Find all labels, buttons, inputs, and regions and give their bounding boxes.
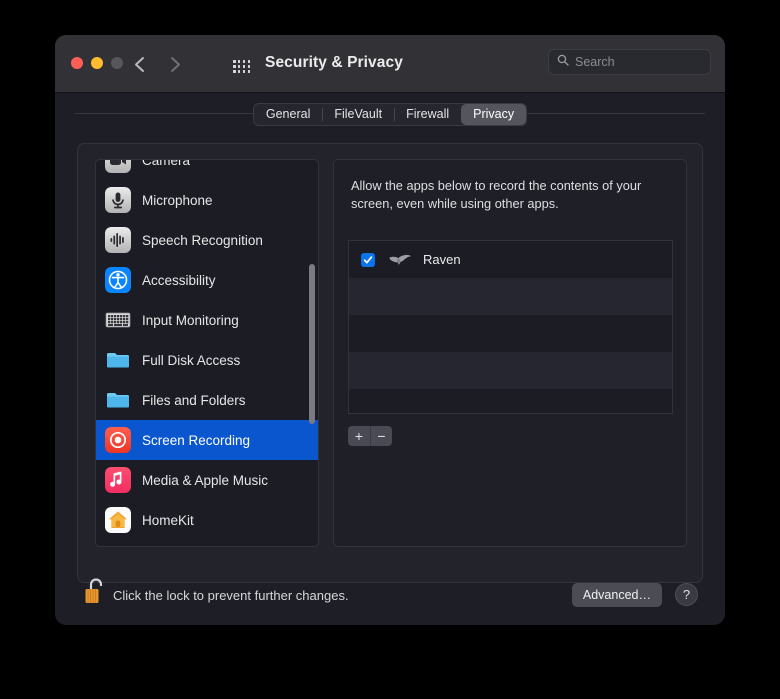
- remove-app-button[interactable]: −: [370, 426, 392, 446]
- sidebar-item-homekit[interactable]: HomeKit: [96, 500, 318, 540]
- sidebar-item-camera[interactable]: Camera: [96, 160, 318, 180]
- keyboard-icon: [105, 307, 131, 333]
- zoom-button[interactable]: [111, 57, 123, 69]
- table-row-empty: [349, 315, 672, 352]
- sidebar-item-label: Speech Recognition: [142, 232, 263, 248]
- sidebar-scroll-area: Camera Microphone Speech Recognition Acc…: [96, 160, 318, 546]
- tab-group: General FileVault Firewall Privacy: [252, 102, 528, 126]
- sidebar-item-speech-recognition[interactable]: Speech Recognition: [96, 220, 318, 260]
- privacy-category-sidebar: Camera Microphone Speech Recognition Acc…: [95, 159, 319, 547]
- sidebar-item-label: Screen Recording: [142, 432, 251, 448]
- unlocked-padlock-icon[interactable]: [83, 575, 109, 607]
- add-app-button[interactable]: +: [348, 426, 370, 446]
- app-name: Raven: [423, 252, 461, 267]
- table-row-empty: [349, 278, 672, 315]
- navigation-buttons: [128, 51, 186, 77]
- music-note-icon: [105, 467, 131, 493]
- sidebar-item-label: Media & Apple Music: [142, 472, 269, 488]
- help-button[interactable]: ?: [675, 583, 698, 606]
- window-bottom-bar: Click the lock to prevent further change…: [55, 578, 725, 625]
- sidebar-item-files-and-folders[interactable]: Files and Folders: [96, 380, 318, 420]
- sidebar-item-label: Files and Folders: [142, 392, 246, 408]
- sidebar-item-accessibility[interactable]: Accessibility: [96, 260, 318, 300]
- lock-status-text: Click the lock to prevent further change…: [113, 588, 349, 603]
- table-row[interactable]: Raven: [349, 241, 672, 278]
- settings-window: Security & Privacy General FileVault Fir…: [55, 35, 725, 625]
- page-title: Security & Privacy: [265, 54, 403, 71]
- table-row-empty: [349, 352, 672, 389]
- sidebar-scrollbar-thumb[interactable]: [308, 264, 315, 424]
- folder-icon: [105, 387, 131, 413]
- screen-recording-icon: [105, 427, 131, 453]
- search-icon: [557, 53, 569, 71]
- sidebar-item-label: Full Disk Access: [142, 352, 241, 368]
- tab-bar: General FileVault Firewall Privacy: [55, 93, 725, 135]
- sidebar-item-label: Camera: [142, 160, 191, 168]
- microphone-icon: [105, 187, 131, 213]
- raven-bird-icon: [387, 250, 413, 270]
- sidebar-list: Camera Microphone Speech Recognition Acc…: [96, 160, 318, 540]
- forward-chevron-icon[interactable]: [164, 51, 186, 77]
- search-field[interactable]: [548, 49, 711, 75]
- back-chevron-icon[interactable]: [128, 51, 150, 77]
- sidebar-item-screen-recording[interactable]: Screen Recording: [96, 420, 318, 460]
- search-input[interactable]: [575, 55, 702, 69]
- sidebar-item-full-disk-access[interactable]: Full Disk Access: [96, 340, 318, 380]
- sidebar-scrollbar[interactable]: [307, 162, 316, 544]
- camera-icon: [105, 160, 131, 173]
- app-checkbox[interactable]: [361, 252, 375, 267]
- sidebar-item-label: HomeKit: [142, 512, 194, 528]
- tab-general[interactable]: General: [254, 104, 322, 125]
- sidebar-item-media-apple-music[interactable]: Media & Apple Music: [96, 460, 318, 500]
- allowed-apps-list: Raven: [348, 240, 673, 414]
- privacy-panel: Camera Microphone Speech Recognition Acc…: [77, 143, 703, 583]
- sidebar-item-label: Microphone: [142, 192, 213, 208]
- tab-firewall[interactable]: Firewall: [394, 104, 461, 125]
- add-remove-button-group: + −: [348, 426, 392, 446]
- waveform-icon: [105, 227, 131, 253]
- permission-description: Allow the apps below to record the conte…: [351, 178, 642, 212]
- tab-filevault[interactable]: FileVault: [322, 104, 394, 125]
- sidebar-item-label: Accessibility: [142, 272, 216, 288]
- folder-icon: [105, 347, 131, 373]
- tab-privacy[interactable]: Privacy: [461, 103, 527, 125]
- screen-recording-detail-pane: Allow the apps below to record the conte…: [333, 159, 687, 547]
- window-titlebar: Security & Privacy: [55, 35, 725, 93]
- minimize-button[interactable]: [91, 57, 103, 69]
- sidebar-item-microphone[interactable]: Microphone: [96, 180, 318, 220]
- accessibility-icon: [105, 267, 131, 293]
- show-all-grid-icon[interactable]: [233, 60, 251, 74]
- homekit-house-icon: [105, 507, 131, 533]
- close-button[interactable]: [71, 57, 83, 69]
- table-row-empty: [349, 389, 672, 413]
- traffic-light-buttons: [71, 57, 123, 69]
- sidebar-item-label: Input Monitoring: [142, 312, 239, 328]
- advanced-button[interactable]: Advanced…: [571, 583, 662, 607]
- sidebar-item-input-monitoring[interactable]: Input Monitoring: [96, 300, 318, 340]
